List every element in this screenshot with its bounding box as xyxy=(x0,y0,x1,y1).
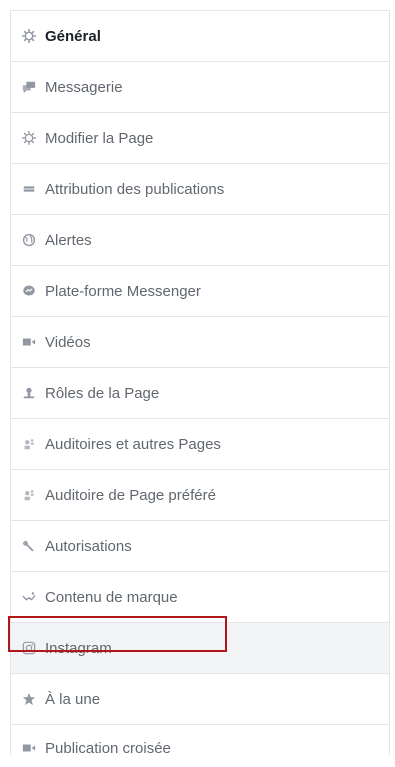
menu-item-label: Vidéos xyxy=(45,333,91,351)
menu-item-label: Rôles de la Page xyxy=(45,384,160,402)
menu-item-edit-page[interactable]: Modifier la Page xyxy=(11,113,389,164)
menu-item-audiences-pages[interactable]: Auditoires et autres Pages xyxy=(11,419,389,470)
menu-item-label: Alertes xyxy=(45,231,92,249)
handshake-icon xyxy=(21,589,37,605)
menu-item-label: Autorisations xyxy=(45,537,132,555)
menu-item-permissions[interactable]: Autorisations xyxy=(11,521,389,572)
instagram-icon xyxy=(21,640,37,656)
menu-item-label: Modifier la Page xyxy=(45,129,154,147)
star-icon xyxy=(21,691,37,707)
menu-item-label: Général xyxy=(45,27,101,45)
settings-menu: Général Messagerie Modifier la Page Attr… xyxy=(10,10,390,755)
menu-item-label: À la une xyxy=(45,690,101,708)
person-icon xyxy=(21,385,37,401)
chat-icon xyxy=(21,79,37,95)
menu-item-messenger-platform[interactable]: Plate-forme Messenger xyxy=(11,266,389,317)
flag-icon xyxy=(21,181,37,197)
menu-item-general[interactable]: Général xyxy=(11,11,389,62)
menu-item-messaging[interactable]: Messagerie xyxy=(11,62,389,113)
menu-item-label: Messagerie xyxy=(45,78,123,96)
menu-item-instagram[interactable]: Instagram xyxy=(11,623,389,674)
menu-item-post-attribution[interactable]: Attribution des publications xyxy=(11,164,389,215)
menu-item-label: Auditoires et autres Pages xyxy=(45,435,221,453)
menu-item-alerts[interactable]: Alertes xyxy=(11,215,389,266)
menu-item-featured[interactable]: À la une xyxy=(11,674,389,725)
wrench-icon xyxy=(21,538,37,554)
video-icon xyxy=(21,740,37,755)
menu-item-label: Instagram xyxy=(45,639,112,657)
people-icon xyxy=(21,487,37,503)
menu-item-preferred-audience[interactable]: Auditoire de Page préféré xyxy=(11,470,389,521)
globe-icon xyxy=(21,232,37,248)
gear-icon xyxy=(21,130,37,146)
menu-item-label: Plate-forme Messenger xyxy=(45,282,201,300)
gear-icon xyxy=(21,28,37,44)
menu-item-crossposting[interactable]: Publication croisée xyxy=(11,725,389,755)
menu-item-videos[interactable]: Vidéos xyxy=(11,317,389,368)
menu-item-label: Publication croisée xyxy=(45,740,171,755)
menu-item-label: Contenu de marque xyxy=(45,588,178,606)
menu-item-label: Attribution des publications xyxy=(45,180,225,198)
menu-item-label: Auditoire de Page préféré xyxy=(45,486,216,504)
video-icon xyxy=(21,334,37,350)
menu-item-page-roles[interactable]: Rôles de la Page xyxy=(11,368,389,419)
menu-item-branded-content[interactable]: Contenu de marque xyxy=(11,572,389,623)
people-icon xyxy=(21,436,37,452)
messenger-icon xyxy=(21,283,37,299)
